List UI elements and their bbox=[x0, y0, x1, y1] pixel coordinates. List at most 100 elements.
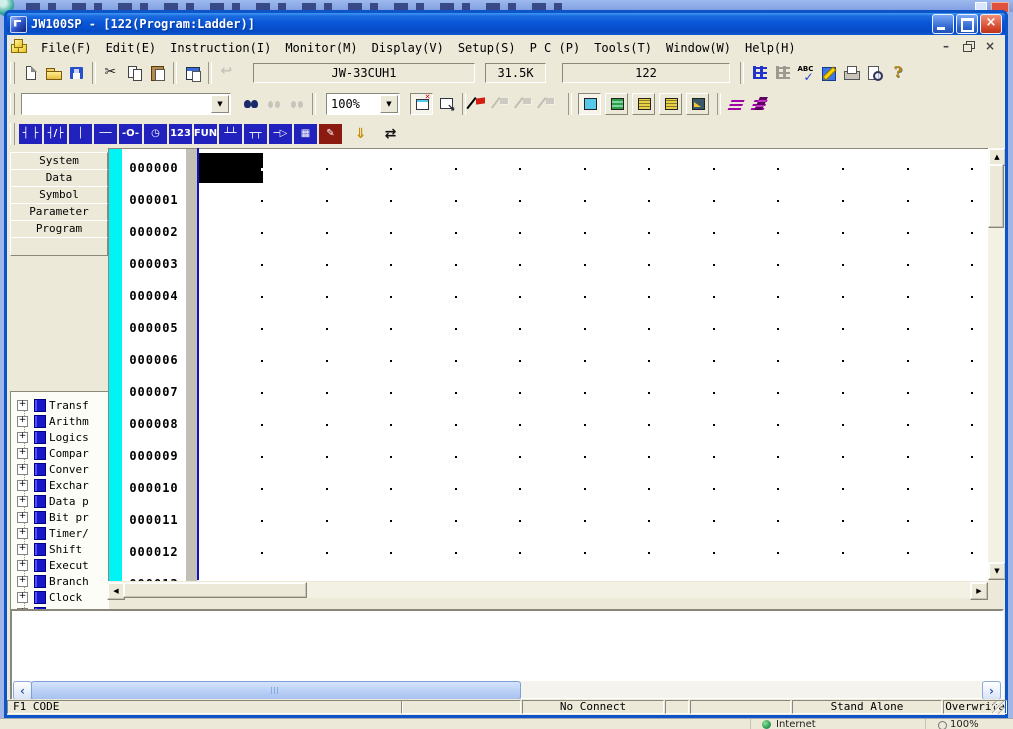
tree-item-compar[interactable]: +Compar bbox=[17, 446, 89, 460]
grid-window-button[interactable]: ▦ bbox=[294, 124, 317, 144]
tree-expand-button[interactable]: + bbox=[17, 512, 28, 523]
print-button[interactable] bbox=[840, 62, 863, 84]
find-next-button[interactable] bbox=[285, 93, 308, 115]
tree-expand-button[interactable]: + bbox=[17, 528, 28, 539]
copy-button[interactable] bbox=[123, 62, 146, 84]
ladder-cursor[interactable] bbox=[199, 153, 263, 183]
mdi-restore-button[interactable] bbox=[961, 40, 975, 53]
open-button[interactable] bbox=[42, 62, 65, 84]
tree-expand-button[interactable]: + bbox=[17, 544, 28, 555]
vertical-line-button[interactable]: │ bbox=[69, 124, 92, 144]
scroll-down-button[interactable]: ▼ bbox=[988, 562, 1005, 580]
ladder-list-button[interactable] bbox=[771, 62, 794, 84]
tree-item-arithm[interactable]: +Arithm bbox=[17, 414, 89, 428]
menu-item-windoww[interactable]: Window(W) bbox=[659, 39, 738, 57]
stack-purple-a-button[interactable] bbox=[725, 93, 748, 115]
tree-item-execut[interactable]: +Execut bbox=[17, 558, 89, 572]
mdi-minimize-button[interactable]: – bbox=[939, 40, 953, 53]
menu-item-helph[interactable]: Help(H) bbox=[738, 39, 803, 57]
save-button[interactable] bbox=[65, 62, 88, 84]
spell-check-button[interactable] bbox=[794, 62, 817, 84]
tree-item-bitpr[interactable]: +Bit pr bbox=[17, 510, 89, 524]
resize-grip[interactable] bbox=[992, 701, 1005, 714]
output-coil-button[interactable]: -O- bbox=[119, 124, 142, 144]
constant-123-button[interactable]: 123 bbox=[169, 124, 192, 144]
tree-item-branch[interactable]: +Branch bbox=[17, 574, 89, 588]
find-prev-button[interactable] bbox=[262, 93, 285, 115]
tree-expand-button[interactable]: + bbox=[17, 416, 28, 427]
toolbar-grip[interactable] bbox=[10, 62, 15, 84]
tree-item-logics[interactable]: +Logics bbox=[17, 430, 89, 444]
tree-item-datap[interactable]: +Data p bbox=[17, 494, 89, 508]
tree-expand-button[interactable]: + bbox=[17, 400, 28, 411]
output-panel-scrollbar[interactable]: ‹ › bbox=[13, 681, 1001, 698]
maximize-button[interactable] bbox=[956, 14, 978, 34]
horizontal-scrollbar-thumb[interactable] bbox=[123, 582, 307, 598]
tree-item-clock[interactable]: +Clock bbox=[17, 590, 82, 604]
monitor-dark-button[interactable] bbox=[686, 93, 709, 115]
zoom-dropdown-button[interactable]: ▼ bbox=[380, 95, 398, 113]
monitor-yellow-b-button[interactable] bbox=[659, 93, 682, 115]
output-panel[interactable]: ‹ › bbox=[10, 609, 1004, 701]
vertical-scrollbar[interactable]: ▲ ▼ bbox=[988, 148, 1004, 580]
tree-expand-button[interactable]: + bbox=[17, 592, 28, 603]
marker-red-button[interactable] bbox=[470, 93, 493, 115]
edge-down-button[interactable]: ┴┴ bbox=[219, 124, 242, 144]
monitor-green-button[interactable] bbox=[605, 93, 628, 115]
stack-purple-b-button[interactable] bbox=[748, 93, 771, 115]
paste-button[interactable] bbox=[146, 62, 169, 84]
zoom-window-button[interactable] bbox=[410, 93, 433, 115]
contact-open-button[interactable]: ┤ ├ bbox=[19, 124, 42, 144]
zoom-fit-button[interactable] bbox=[435, 93, 458, 115]
monitor-cyan-button[interactable] bbox=[578, 93, 601, 115]
menu-item-monitorm[interactable]: Monitor(M) bbox=[278, 39, 364, 57]
toolbar-grip[interactable] bbox=[10, 123, 15, 145]
option-tool-button[interactable] bbox=[817, 62, 840, 84]
close-button[interactable]: × bbox=[980, 14, 1002, 34]
horizontal-line-button[interactable]: ── bbox=[94, 124, 117, 144]
print-preview-button[interactable] bbox=[863, 62, 886, 84]
tree-expand-button[interactable]: + bbox=[17, 496, 28, 507]
help-button[interactable] bbox=[886, 62, 909, 84]
menu-item-filef[interactable]: File(F) bbox=[34, 39, 99, 57]
find-button[interactable] bbox=[239, 93, 262, 115]
output-scroll-right-button[interactable]: › bbox=[982, 681, 1001, 700]
edge-up-button[interactable]: ┬┬ bbox=[244, 124, 267, 144]
title-bar[interactable]: JW100SP - [122(Program:Ladder)] × bbox=[7, 13, 1005, 35]
sidebar-button-blank[interactable] bbox=[10, 237, 108, 256]
timer-coil-button[interactable]: ◷ bbox=[144, 124, 167, 144]
search-dropdown-button[interactable]: ▼ bbox=[211, 95, 229, 113]
function-fun-button[interactable]: FUN bbox=[194, 124, 217, 144]
menu-item-toolst[interactable]: Tools(T) bbox=[587, 39, 659, 57]
tree-item-shift[interactable]: +Shift bbox=[17, 542, 82, 556]
menu-item-displayv[interactable]: Display(V) bbox=[365, 39, 451, 57]
output-scroll-left-button[interactable]: ‹ bbox=[13, 681, 32, 700]
tree-item-conver[interactable]: +Conver bbox=[17, 462, 89, 476]
tree-expand-button[interactable]: + bbox=[17, 464, 28, 475]
minimize-button[interactable] bbox=[932, 14, 954, 34]
horizontal-scrollbar[interactable]: ◀ ▶ bbox=[107, 582, 988, 598]
tree-expand-button[interactable]: + bbox=[17, 448, 28, 459]
output-scrollbar-thumb[interactable] bbox=[31, 681, 521, 700]
undo-button[interactable] bbox=[216, 62, 239, 84]
toolbar-grip[interactable] bbox=[10, 93, 15, 115]
vertical-scrollbar-thumb[interactable] bbox=[988, 164, 1004, 228]
marker-gray-c-button[interactable] bbox=[539, 93, 562, 115]
marker-gray-a-button[interactable] bbox=[493, 93, 516, 115]
paste-window-button[interactable] bbox=[181, 62, 204, 84]
search-input[interactable] bbox=[22, 97, 216, 111]
menu-item-pcp[interactable]: P C (P) bbox=[523, 39, 588, 57]
swap-cursor-button[interactable]: ⇄ bbox=[379, 124, 402, 144]
tree-expand-button[interactable]: + bbox=[17, 576, 28, 587]
contact-closed-button[interactable]: ┤/├ bbox=[44, 124, 67, 144]
menu-item-instructioni[interactable]: Instruction(I) bbox=[163, 39, 278, 57]
diode-button[interactable]: ─▷ bbox=[269, 124, 292, 144]
edit-pencil-button[interactable]: ✎ bbox=[319, 124, 342, 144]
tree-item-transf[interactable]: +Transf bbox=[17, 398, 89, 412]
tree-expand-button[interactable]: + bbox=[17, 560, 28, 571]
marker-gray-b-button[interactable] bbox=[516, 93, 539, 115]
menu-item-setups[interactable]: Setup(S) bbox=[451, 39, 523, 57]
tree-expand-button[interactable]: + bbox=[17, 432, 28, 443]
cut-button[interactable] bbox=[100, 62, 123, 84]
stack-down-button[interactable]: ⇓ bbox=[349, 124, 372, 144]
